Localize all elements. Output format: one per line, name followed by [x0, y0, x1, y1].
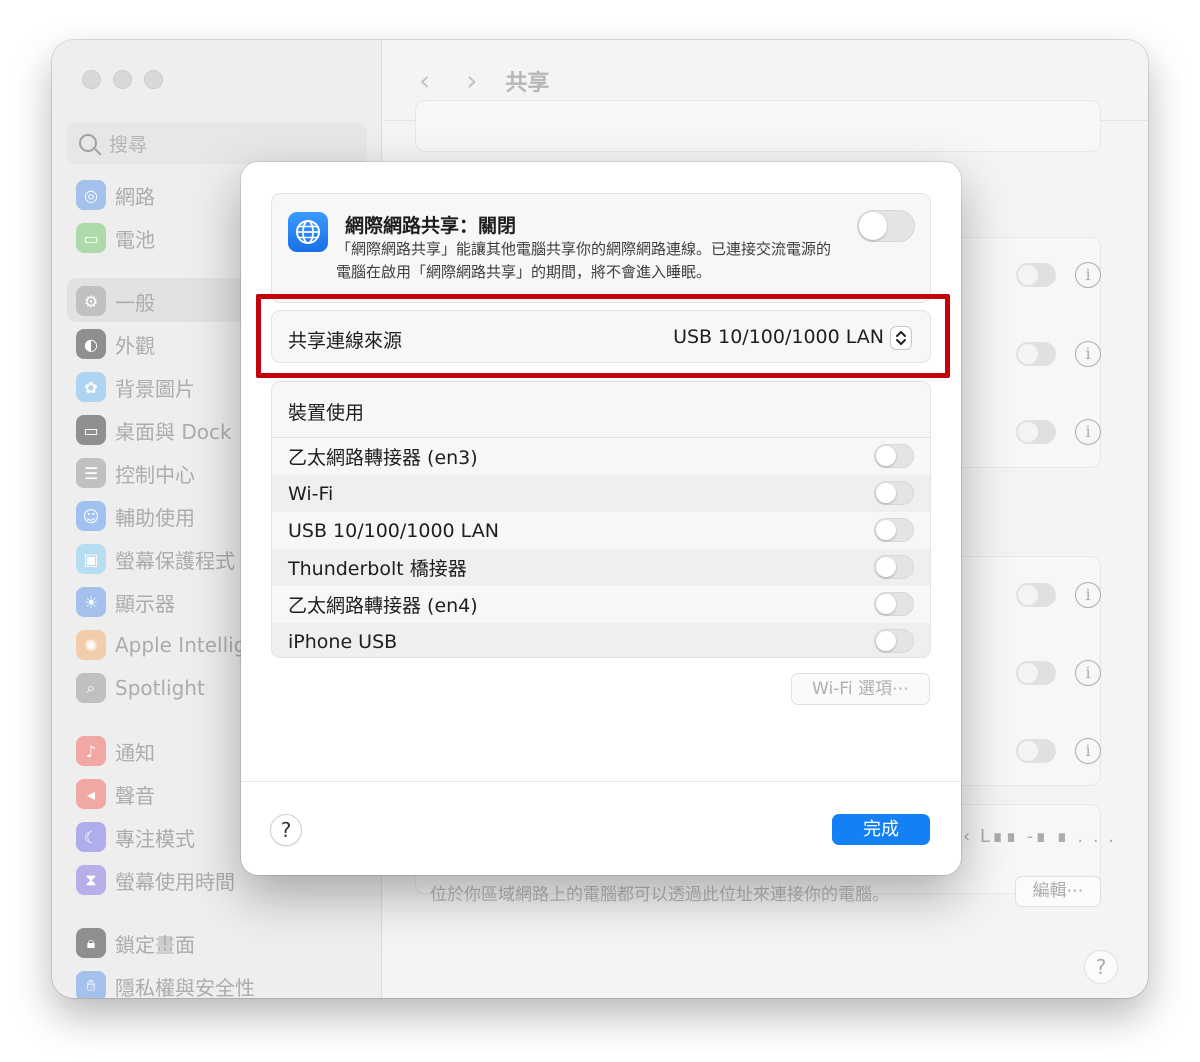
internet-sharing-sheet: 網際網路共享：關閉 「網際網路共享」能讓其他電腦共享你的網際網路連線。已連接交流…: [241, 162, 961, 875]
device-row-en4: 乙太網路轉接器 (en4): [272, 586, 930, 623]
device-toggle[interactable]: [874, 555, 914, 579]
internet-sharing-toggle[interactable]: [857, 210, 915, 242]
device-name: 乙太網路轉接器 (en3): [288, 447, 478, 469]
internet-sharing-title: 網際網路共享：關閉: [345, 215, 517, 237]
internet-sharing-description: 「網際網路共享」能讓其他電腦共享你的網際網路連線。已連接交流電源的電腦在啟用「網…: [336, 240, 832, 281]
device-row-iphone-usb: iPhone USB: [272, 623, 930, 657]
device-row-wifi: Wi-Fi: [272, 475, 930, 512]
help-button[interactable]: ?: [270, 814, 302, 846]
device-row-en3: 乙太網路轉接器 (en3): [272, 438, 930, 475]
device-toggle[interactable]: [874, 444, 914, 468]
device-toggle[interactable]: [874, 518, 914, 542]
device-name: 乙太網路轉接器 (en4): [288, 595, 478, 617]
done-button[interactable]: 完成: [832, 814, 930, 845]
devices-list: 裝置使用 乙太網路轉接器 (en3) Wi-Fi USB 10/100/1000…: [271, 381, 931, 658]
sheet-footer-divider: [241, 781, 961, 782]
red-highlight-box: [256, 294, 950, 378]
device-toggle[interactable]: [874, 481, 914, 505]
device-name: iPhone USB: [288, 630, 398, 653]
device-toggle[interactable]: [874, 629, 914, 653]
device-name: Thunderbolt 橋接器: [288, 558, 467, 580]
devices-header: 裝置使用: [272, 382, 930, 438]
wifi-options-button[interactable]: Wi-Fi 選項⋯: [791, 673, 930, 705]
device-row-usb-lan: USB 10/100/1000 LAN: [272, 512, 930, 549]
device-row-thunderbolt: Thunderbolt 橋接器: [272, 549, 930, 586]
device-name: USB 10/100/1000 LAN: [288, 519, 499, 542]
device-toggle[interactable]: [874, 592, 914, 616]
device-name: Wi-Fi: [288, 482, 334, 505]
globe-icon: [288, 212, 328, 252]
internet-sharing-card: 網際網路共享：關閉 「網際網路共享」能讓其他電腦共享你的網際網路連線。已連接交流…: [271, 193, 931, 303]
